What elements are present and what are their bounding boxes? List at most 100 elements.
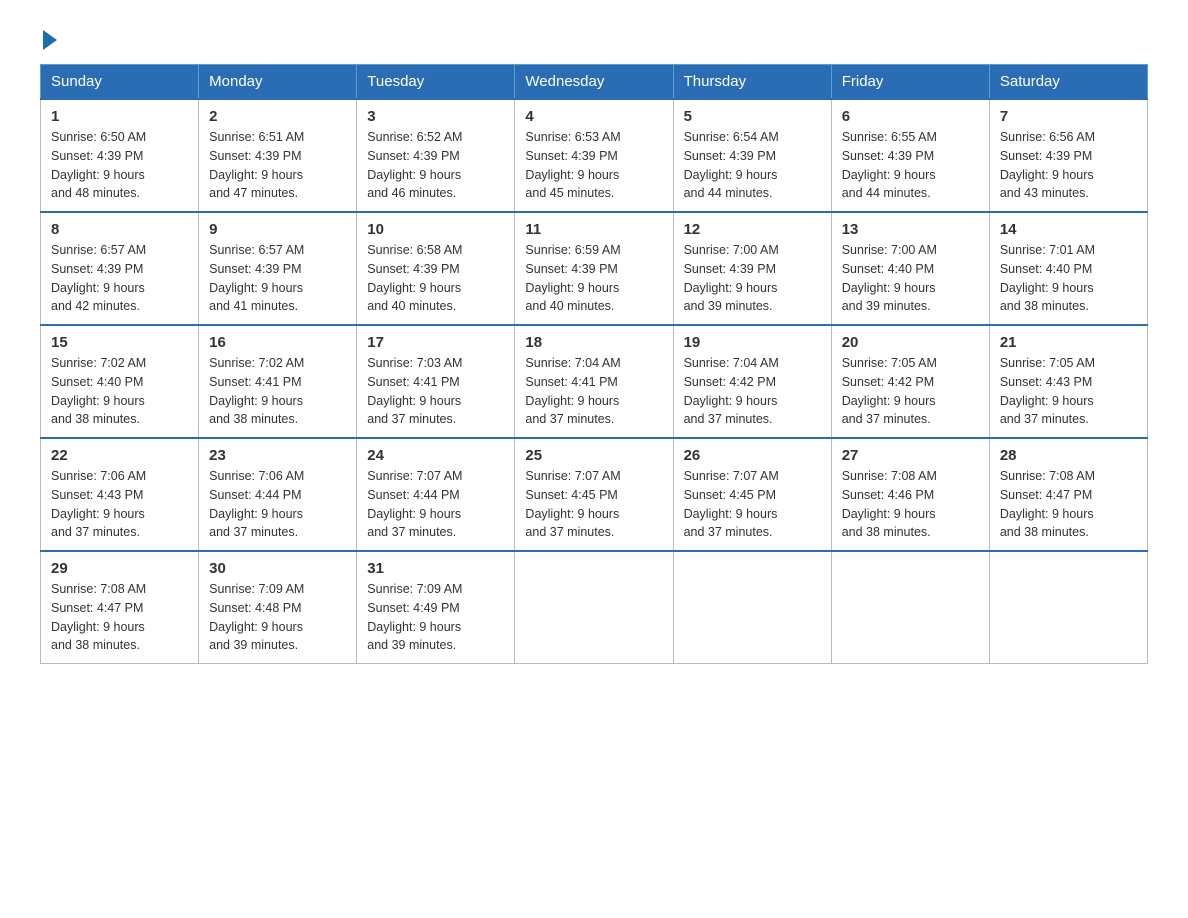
calendar-cell: 16 Sunrise: 7:02 AMSunset: 4:41 PMDaylig… [199,325,357,438]
day-info: Sunrise: 6:58 AMSunset: 4:39 PMDaylight:… [367,243,462,313]
day-number: 22 [51,447,188,464]
calendar-cell: 12 Sunrise: 7:00 AMSunset: 4:39 PMDaylig… [673,212,831,325]
day-info: Sunrise: 7:02 AMSunset: 4:41 PMDaylight:… [209,356,304,426]
calendar-cell: 14 Sunrise: 7:01 AMSunset: 4:40 PMDaylig… [989,212,1147,325]
day-number: 1 [51,108,188,125]
day-number: 16 [209,334,346,351]
day-info: Sunrise: 7:08 AMSunset: 4:47 PMDaylight:… [51,582,146,652]
day-number: 5 [684,108,821,125]
day-info: Sunrise: 7:01 AMSunset: 4:40 PMDaylight:… [1000,243,1095,313]
calendar-cell: 25 Sunrise: 7:07 AMSunset: 4:45 PMDaylig… [515,438,673,551]
calendar-table: SundayMondayTuesdayWednesdayThursdayFrid… [40,64,1148,664]
day-info: Sunrise: 6:51 AMSunset: 4:39 PMDaylight:… [209,130,304,200]
day-number: 7 [1000,108,1137,125]
calendar-cell [831,551,989,664]
day-info: Sunrise: 6:59 AMSunset: 4:39 PMDaylight:… [525,243,620,313]
day-number: 9 [209,221,346,238]
calendar-cell: 20 Sunrise: 7:05 AMSunset: 4:42 PMDaylig… [831,325,989,438]
day-info: Sunrise: 7:08 AMSunset: 4:46 PMDaylight:… [842,469,937,539]
day-number: 25 [525,447,662,464]
calendar-cell: 17 Sunrise: 7:03 AMSunset: 4:41 PMDaylig… [357,325,515,438]
day-info: Sunrise: 7:05 AMSunset: 4:43 PMDaylight:… [1000,356,1095,426]
weekday-header-saturday: Saturday [989,65,1147,100]
calendar-cell: 24 Sunrise: 7:07 AMSunset: 4:44 PMDaylig… [357,438,515,551]
logo-arrow-icon [43,30,57,50]
day-info: Sunrise: 7:06 AMSunset: 4:43 PMDaylight:… [51,469,146,539]
day-info: Sunrise: 7:06 AMSunset: 4:44 PMDaylight:… [209,469,304,539]
day-info: Sunrise: 7:04 AMSunset: 4:42 PMDaylight:… [684,356,779,426]
calendar-cell: 21 Sunrise: 7:05 AMSunset: 4:43 PMDaylig… [989,325,1147,438]
week-row-4: 22 Sunrise: 7:06 AMSunset: 4:43 PMDaylig… [41,438,1148,551]
calendar-cell: 10 Sunrise: 6:58 AMSunset: 4:39 PMDaylig… [357,212,515,325]
day-info: Sunrise: 7:07 AMSunset: 4:45 PMDaylight:… [525,469,620,539]
day-info: Sunrise: 7:05 AMSunset: 4:42 PMDaylight:… [842,356,937,426]
day-number: 29 [51,560,188,577]
day-info: Sunrise: 7:03 AMSunset: 4:41 PMDaylight:… [367,356,462,426]
day-info: Sunrise: 6:50 AMSunset: 4:39 PMDaylight:… [51,130,146,200]
calendar-cell: 7 Sunrise: 6:56 AMSunset: 4:39 PMDayligh… [989,99,1147,212]
calendar-cell [673,551,831,664]
calendar-cell: 4 Sunrise: 6:53 AMSunset: 4:39 PMDayligh… [515,99,673,212]
calendar-cell: 31 Sunrise: 7:09 AMSunset: 4:49 PMDaylig… [357,551,515,664]
day-number: 30 [209,560,346,577]
day-number: 31 [367,560,504,577]
day-number: 27 [842,447,979,464]
day-number: 24 [367,447,504,464]
day-info: Sunrise: 7:00 AMSunset: 4:39 PMDaylight:… [684,243,779,313]
calendar-cell: 1 Sunrise: 6:50 AMSunset: 4:39 PMDayligh… [41,99,199,212]
calendar-cell: 15 Sunrise: 7:02 AMSunset: 4:40 PMDaylig… [41,325,199,438]
day-number: 26 [684,447,821,464]
day-info: Sunrise: 6:54 AMSunset: 4:39 PMDaylight:… [684,130,779,200]
calendar-cell: 27 Sunrise: 7:08 AMSunset: 4:46 PMDaylig… [831,438,989,551]
day-info: Sunrise: 7:00 AMSunset: 4:40 PMDaylight:… [842,243,937,313]
day-number: 14 [1000,221,1137,238]
day-number: 17 [367,334,504,351]
weekday-header-sunday: Sunday [41,65,199,100]
weekday-header-monday: Monday [199,65,357,100]
calendar-cell [515,551,673,664]
calendar-cell: 26 Sunrise: 7:07 AMSunset: 4:45 PMDaylig… [673,438,831,551]
calendar-cell: 11 Sunrise: 6:59 AMSunset: 4:39 PMDaylig… [515,212,673,325]
day-info: Sunrise: 7:09 AMSunset: 4:48 PMDaylight:… [209,582,304,652]
day-number: 2 [209,108,346,125]
week-row-1: 1 Sunrise: 6:50 AMSunset: 4:39 PMDayligh… [41,99,1148,212]
weekday-header-wednesday: Wednesday [515,65,673,100]
day-info: Sunrise: 7:08 AMSunset: 4:47 PMDaylight:… [1000,469,1095,539]
calendar-cell: 18 Sunrise: 7:04 AMSunset: 4:41 PMDaylig… [515,325,673,438]
day-number: 21 [1000,334,1137,351]
calendar-cell [989,551,1147,664]
day-number: 11 [525,221,662,238]
weekday-header-thursday: Thursday [673,65,831,100]
page-header [40,30,1148,46]
calendar-cell: 29 Sunrise: 7:08 AMSunset: 4:47 PMDaylig… [41,551,199,664]
day-info: Sunrise: 7:07 AMSunset: 4:44 PMDaylight:… [367,469,462,539]
calendar-cell: 8 Sunrise: 6:57 AMSunset: 4:39 PMDayligh… [41,212,199,325]
week-row-3: 15 Sunrise: 7:02 AMSunset: 4:40 PMDaylig… [41,325,1148,438]
day-info: Sunrise: 6:56 AMSunset: 4:39 PMDaylight:… [1000,130,1095,200]
day-info: Sunrise: 6:52 AMSunset: 4:39 PMDaylight:… [367,130,462,200]
day-info: Sunrise: 7:07 AMSunset: 4:45 PMDaylight:… [684,469,779,539]
calendar-cell: 5 Sunrise: 6:54 AMSunset: 4:39 PMDayligh… [673,99,831,212]
day-info: Sunrise: 6:53 AMSunset: 4:39 PMDaylight:… [525,130,620,200]
day-number: 3 [367,108,504,125]
day-number: 18 [525,334,662,351]
day-info: Sunrise: 6:57 AMSunset: 4:39 PMDaylight:… [209,243,304,313]
day-number: 4 [525,108,662,125]
calendar-cell: 6 Sunrise: 6:55 AMSunset: 4:39 PMDayligh… [831,99,989,212]
day-number: 8 [51,221,188,238]
day-info: Sunrise: 7:04 AMSunset: 4:41 PMDaylight:… [525,356,620,426]
week-row-5: 29 Sunrise: 7:08 AMSunset: 4:47 PMDaylig… [41,551,1148,664]
day-info: Sunrise: 6:57 AMSunset: 4:39 PMDaylight:… [51,243,146,313]
day-number: 6 [842,108,979,125]
logo [40,30,60,46]
weekday-header-tuesday: Tuesday [357,65,515,100]
day-number: 13 [842,221,979,238]
calendar-cell: 28 Sunrise: 7:08 AMSunset: 4:47 PMDaylig… [989,438,1147,551]
calendar-cell: 2 Sunrise: 6:51 AMSunset: 4:39 PMDayligh… [199,99,357,212]
logo-text [40,30,60,50]
day-info: Sunrise: 7:02 AMSunset: 4:40 PMDaylight:… [51,356,146,426]
day-number: 15 [51,334,188,351]
calendar-cell: 13 Sunrise: 7:00 AMSunset: 4:40 PMDaylig… [831,212,989,325]
day-info: Sunrise: 6:55 AMSunset: 4:39 PMDaylight:… [842,130,937,200]
day-number: 20 [842,334,979,351]
